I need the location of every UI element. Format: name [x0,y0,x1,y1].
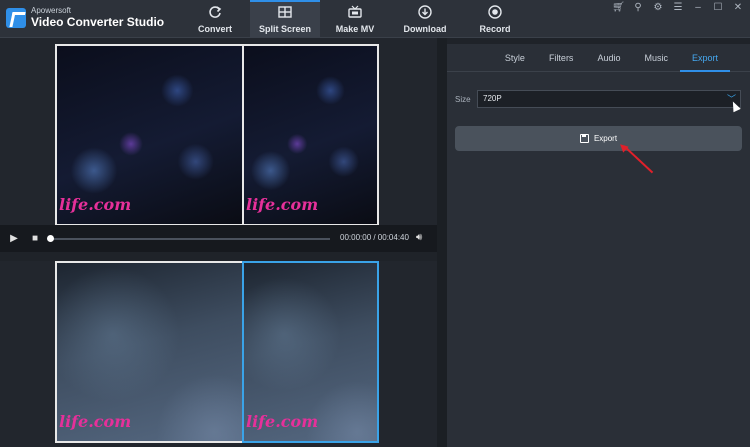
export-button-label: Export [593,134,618,143]
refresh-icon [207,4,223,20]
tab-audio[interactable]: Audio [585,44,632,72]
nav-tab-label: Convert [197,24,232,34]
close-icon[interactable]: ✕ [732,2,744,14]
time-readout: 00:00:00 / 00:04:40 [340,233,409,242]
brand: Apowersoft Video Converter Studio [6,6,164,29]
app-logo-icon [6,7,26,28]
tab-style[interactable]: Style [493,44,537,72]
app-title: Video Converter Studio [31,15,165,29]
record-icon [487,4,503,20]
stop-icon[interactable]: ■ [28,232,42,246]
nav-tab-download[interactable]: Download [390,0,460,38]
nav-tab-record[interactable]: Record [460,0,530,38]
play-icon[interactable]: ▶ [7,232,21,246]
seek-handle[interactable] [47,235,54,242]
size-value: 720P [483,94,502,103]
tab-filters[interactable]: Filters [537,44,586,72]
export-button[interactable]: Export [455,126,742,151]
window-controls: 🛒︎ ⚲ ⚙ ☰ – ☐ ✕ [612,2,744,14]
clip-preview: life.com life.com [0,261,437,447]
tab-export[interactable]: Export [679,44,730,72]
tv-icon [347,4,363,20]
nav-tab-convert[interactable]: Convert [180,0,250,38]
cart-icon[interactable]: 🛒︎ [612,2,625,14]
pane-divider[interactable] [437,38,447,447]
tab-music[interactable]: Music [632,44,680,72]
nav-tab-split-screen[interactable]: Split Screen [250,0,320,38]
save-icon [579,134,589,143]
user-icon[interactable]: ⚲ [632,2,644,14]
nav-tab-label: Split Screen [258,24,312,34]
split-preview: life.com life.com [0,38,437,226]
clip-cell-right-selected[interactable]: life.com [242,261,379,443]
size-select[interactable]: 720P ﹀ [477,90,741,108]
video-watermark: life.com [59,195,132,214]
maximize-icon[interactable]: ☐ [712,2,724,14]
settings-panel: Style Filters Audio Music Export Size 72… [447,44,750,447]
menu-icon[interactable]: ☰ [672,2,684,14]
split-cell-right[interactable]: life.com [242,44,379,226]
main-nav: Convert Split Screen Make MV Download Re… [180,0,530,38]
brand-vendor: Apowersoft [31,6,72,15]
nav-tab-label: Make MV [335,24,375,34]
video-watermark: life.com [59,412,132,431]
split-cell-left[interactable]: life.com [55,44,244,226]
panel-tabs: Style Filters Audio Music Export [447,44,750,72]
download-icon [417,4,433,20]
title-toolbar: Apowersoft Video Converter Studio Conver… [0,0,750,38]
video-watermark: life.com [246,412,319,431]
split-screen-icon [277,4,293,20]
settings-icon[interactable]: ⚙ [652,2,664,14]
minimize-icon[interactable]: – [692,2,704,14]
volume-icon[interactable]: 🔊︎ [416,232,422,243]
clip-cell-left[interactable]: life.com [55,261,244,443]
preview-area: life.com life.com ▶ ■ 00:00:00 / 00:04:4… [0,38,437,447]
app-window: Apowersoft Video Converter Studio Conver… [0,0,750,447]
video-watermark: life.com [246,195,319,214]
nav-tab-label: Download [403,24,447,34]
seek-track[interactable] [50,238,330,240]
nav-tab-make-mv[interactable]: Make MV [320,0,390,38]
player-controls: ▶ ■ 00:00:00 / 00:04:40 🔊︎ [0,225,437,252]
size-label: Size [455,95,471,104]
nav-tab-label: Record [479,24,511,34]
